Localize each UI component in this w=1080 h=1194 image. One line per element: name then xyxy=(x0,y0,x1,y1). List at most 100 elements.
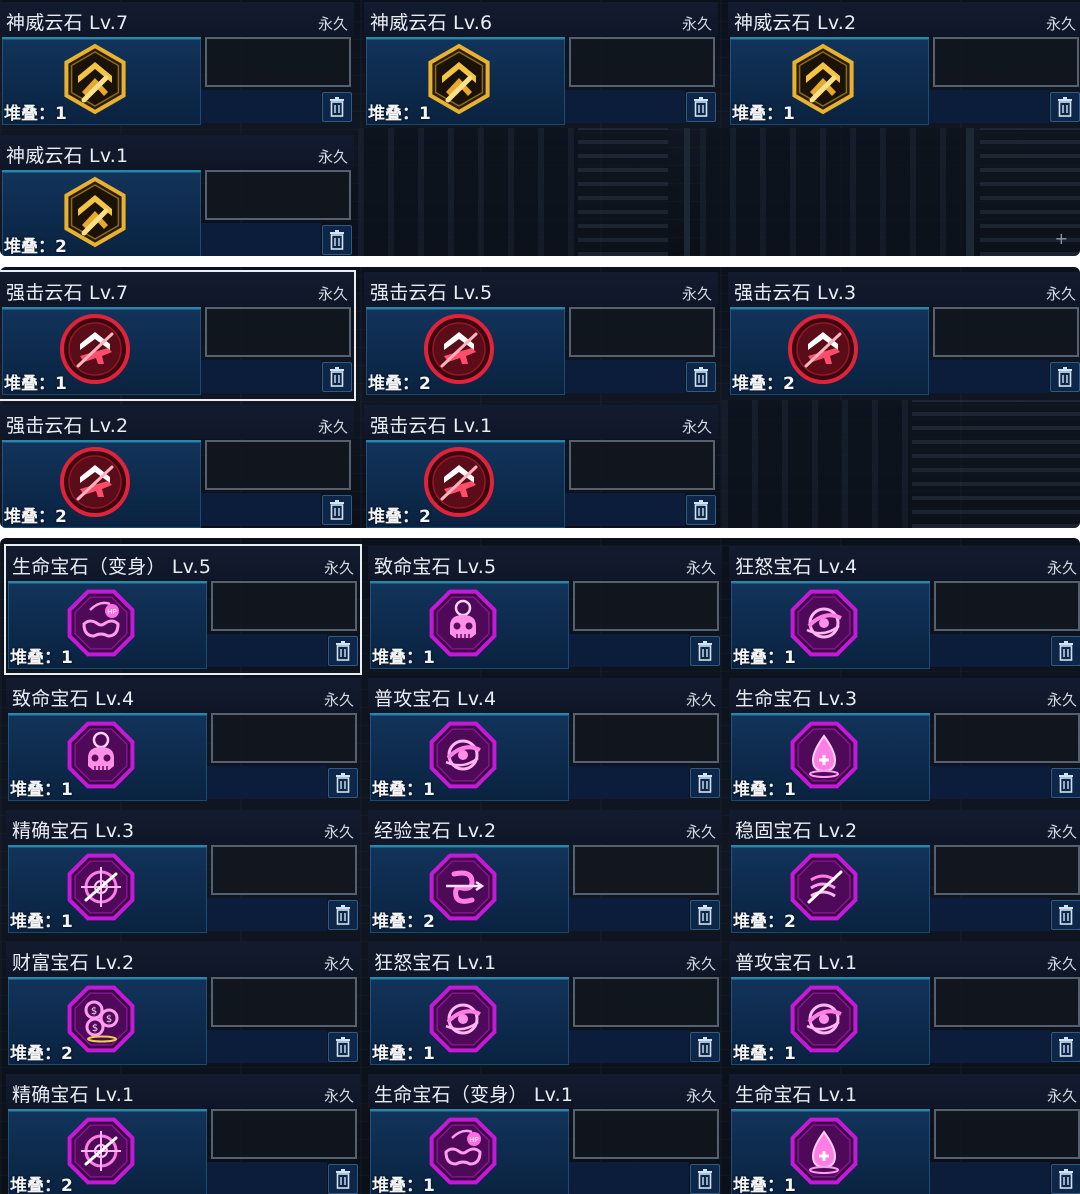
stack-count: 堆叠：1 xyxy=(10,648,73,668)
duration-label: 永久 xyxy=(681,285,712,303)
delete-button[interactable] xyxy=(1051,1032,1080,1062)
item-card[interactable]: 神威云石 Lv.6 永久 堆叠：1 xyxy=(364,2,718,129)
item-name: 致命宝石 Lv.4 xyxy=(12,688,135,710)
background-vent xyxy=(912,400,1080,528)
duration-label: 永久 xyxy=(685,691,716,709)
item-card[interactable]: 财富宝石 Lv.2 永久 $ $ $ 堆叠：2 xyxy=(6,942,360,1069)
item-card[interactable]: 强击云石 Lv.7 永久 堆叠：1 xyxy=(0,270,356,401)
empty-slot xyxy=(573,977,719,1027)
card-strip xyxy=(569,1162,689,1194)
stack-count: 堆叠：2 xyxy=(732,374,795,394)
delete-button[interactable] xyxy=(690,1032,720,1062)
item-card[interactable]: 普攻宝石 Lv.4 永久 堆叠：1 xyxy=(368,678,722,805)
duration-label: 永久 xyxy=(1046,823,1077,841)
rage-swirl-icon xyxy=(426,982,500,1056)
section-gems: 生命宝石（变身） Lv.5 永久 HP 堆叠：1 致命宝石 Lv.5 永久 堆叠… xyxy=(0,538,1080,1194)
item-card[interactable]: 生命宝石 Lv.1 永久 堆叠：1 xyxy=(729,1074,1080,1194)
item-card[interactable]: 强击云石 Lv.2 永久 堆叠：2 xyxy=(0,405,354,528)
duration-label: 永久 xyxy=(685,559,716,577)
empty-slot xyxy=(569,37,715,87)
item-name: 精确宝石 Lv.1 xyxy=(12,1084,135,1106)
duration-label: 永久 xyxy=(685,1087,716,1105)
item-card[interactable]: 狂怒宝石 Lv.1 永久 堆叠：1 xyxy=(368,942,722,1069)
duration-label: 永久 xyxy=(681,15,712,33)
empty-slot xyxy=(573,713,719,763)
card-strip xyxy=(207,634,327,667)
rage-swirl-icon xyxy=(426,718,500,792)
item-name: 稳固宝石 Lv.2 xyxy=(735,820,858,842)
delete-button[interactable] xyxy=(328,1032,358,1062)
rage-swirl-icon xyxy=(787,982,861,1056)
item-card[interactable]: 生命宝石（变身） Lv.5 永久 HP 堆叠：1 xyxy=(4,544,362,675)
delete-button[interactable] xyxy=(690,900,720,930)
item-card[interactable]: 强击云石 Lv.5 永久 堆叠：2 xyxy=(364,272,718,399)
delete-button[interactable] xyxy=(328,900,358,930)
card-strip xyxy=(565,90,685,123)
qiangji-red-gun-icon xyxy=(58,312,132,386)
stack-count: 堆叠：1 xyxy=(732,104,795,124)
svg-text:HP: HP xyxy=(469,1136,479,1144)
qiangji-red-gun-icon xyxy=(58,445,132,519)
delete-button[interactable] xyxy=(690,636,720,666)
item-card[interactable]: 生命宝石（变身） Lv.1 永久 HP 堆叠：1 xyxy=(368,1074,722,1194)
item-card[interactable]: 狂怒宝石 Lv.4 永久 堆叠：1 xyxy=(729,546,1080,673)
card-strip xyxy=(207,898,327,931)
delete-button[interactable] xyxy=(328,636,358,666)
shenwei-gold-chevron-icon xyxy=(786,42,860,116)
duration-label: 永久 xyxy=(323,559,354,577)
delete-button[interactable] xyxy=(1050,362,1080,392)
delete-button[interactable] xyxy=(1051,768,1080,798)
item-name: 强击云石 Lv.3 xyxy=(734,282,857,304)
delete-button[interactable] xyxy=(686,92,716,122)
duration-label: 永久 xyxy=(323,823,354,841)
item-name: 普攻宝石 Lv.4 xyxy=(374,688,497,710)
delete-button[interactable] xyxy=(328,1164,358,1194)
item-card[interactable]: 致命宝石 Lv.4 永久 堆叠：1 xyxy=(6,678,360,805)
duration-label: 永久 xyxy=(1045,285,1076,303)
section-shenwei-stones: + 神威云石 Lv.7 永久 堆叠：1 神威云石 Lv.6 永久 堆叠：1 神威… xyxy=(0,0,1080,256)
item-card[interactable]: 强击云石 Lv.1 永久 堆叠：2 xyxy=(364,405,718,528)
item-card[interactable]: 生命宝石 Lv.3 永久 堆叠：1 xyxy=(729,678,1080,805)
delete-button[interactable] xyxy=(690,768,720,798)
item-card[interactable]: 神威云石 Lv.1 永久 堆叠：2 xyxy=(0,135,354,256)
empty-slot xyxy=(573,581,719,631)
qiangji-red-gun-icon xyxy=(786,312,860,386)
delete-button[interactable] xyxy=(686,362,716,392)
item-card[interactable]: 神威云石 Lv.7 永久 堆叠：1 xyxy=(0,2,354,129)
coins-icon: $ $ $ xyxy=(64,982,138,1056)
delete-button[interactable] xyxy=(322,362,352,392)
empty-slot xyxy=(205,170,351,220)
delete-button[interactable] xyxy=(1050,92,1080,122)
delete-button[interactable] xyxy=(1051,900,1080,930)
plus-icon[interactable]: + xyxy=(1055,229,1068,248)
stack-count: 堆叠：2 xyxy=(368,374,431,394)
empty-slot xyxy=(211,1109,357,1159)
delete-button[interactable] xyxy=(322,495,352,525)
item-card[interactable]: 精确宝石 Lv.1 永久 堆叠：2 xyxy=(6,1074,360,1194)
item-card[interactable]: 神威云石 Lv.2 永久 堆叠：1 xyxy=(728,2,1080,129)
duration-label: 永久 xyxy=(323,955,354,973)
delete-button[interactable] xyxy=(1051,636,1080,666)
card-strip xyxy=(569,766,689,799)
item-card[interactable]: 普攻宝石 Lv.1 永久 堆叠：1 xyxy=(729,942,1080,1069)
empty-slot xyxy=(211,845,357,895)
item-name: 神威云石 Lv.2 xyxy=(734,12,857,34)
item-card[interactable]: 强击云石 Lv.3 永久 堆叠：2 xyxy=(728,272,1080,399)
delete-button[interactable] xyxy=(690,1164,720,1194)
shenwei-gold-chevron-icon xyxy=(58,175,132,249)
delete-button[interactable] xyxy=(322,92,352,122)
delete-button[interactable] xyxy=(686,495,716,525)
item-card[interactable]: 精确宝石 Lv.3 永久 堆叠：1 xyxy=(6,810,360,937)
card-strip xyxy=(207,766,327,799)
delete-button[interactable] xyxy=(322,225,352,255)
stack-count: 堆叠：2 xyxy=(4,237,67,256)
stack-count: 堆叠：1 xyxy=(372,648,435,668)
item-card[interactable]: 稳固宝石 Lv.2 永久 堆叠：2 xyxy=(729,810,1080,937)
delete-button[interactable] xyxy=(1051,1164,1080,1194)
item-name: 神威云石 Lv.7 xyxy=(6,12,129,34)
delete-button[interactable] xyxy=(328,768,358,798)
item-card[interactable]: 致命宝石 Lv.5 永久 堆叠：1 xyxy=(368,546,722,673)
item-card[interactable]: 经验宝石 Lv.2 永久 堆叠：2 xyxy=(368,810,722,937)
section-qiangji-stones: 强击云石 Lv.7 永久 堆叠：1 强击云石 Lv.5 永久 堆叠：2 强击云石… xyxy=(0,267,1080,528)
duration-label: 永久 xyxy=(317,148,348,166)
